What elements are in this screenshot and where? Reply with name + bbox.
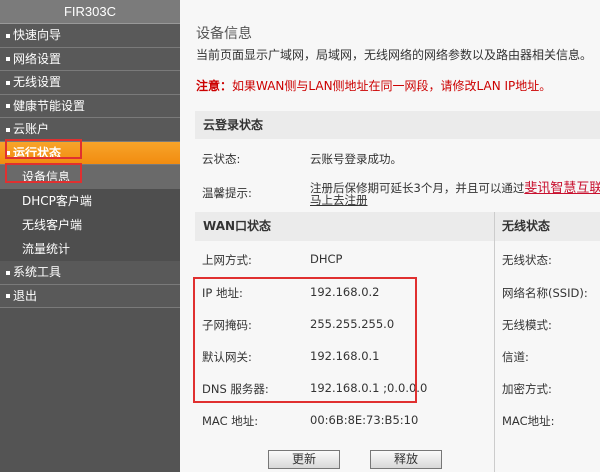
sidebar: FIR303C 快速向导 网络设置 无线设置 健康节能设置 云账户 运行状态 设… xyxy=(0,0,180,472)
bullet-icon xyxy=(6,80,10,85)
router-model: FIR303C xyxy=(0,0,180,24)
menu-quick-setup[interactable]: 快速向导 xyxy=(0,24,180,48)
bullet-icon xyxy=(6,270,10,275)
wan-type-label: 上网方式: xyxy=(202,253,252,267)
page-title: 设备信息 xyxy=(196,26,252,42)
tip-label: 温馨提示: xyxy=(202,186,252,200)
menu-label: 退出 xyxy=(13,288,38,303)
register-link[interactable]: 马上去注册 xyxy=(310,192,368,208)
wireless-header: 无线状态 xyxy=(502,219,551,233)
menu-label: 无线设置 xyxy=(13,75,62,89)
highlight-box xyxy=(5,139,82,159)
submenu-wireless-clients[interactable]: 无线客户端 xyxy=(0,213,180,237)
menu-network-settings[interactable]: 网络设置 xyxy=(0,47,180,71)
submenu-traffic-stats[interactable]: 流量统计 xyxy=(0,237,180,261)
wireless-status-label: 无线状态: xyxy=(502,253,552,267)
column-divider xyxy=(494,212,495,472)
menu-energy-settings[interactable]: 健康节能设置 xyxy=(0,94,180,118)
cloud-section-header: 云登录状态 xyxy=(195,111,600,139)
menu-label: 系统工具 xyxy=(13,265,62,279)
note-label: 注意： xyxy=(196,79,233,93)
menu-system-tools[interactable]: 系统工具 xyxy=(0,261,180,285)
wan-type-value: DHCP xyxy=(310,252,343,266)
wan-section-header: WAN口状态 无线状态 xyxy=(195,212,600,241)
menu-label: 云账户 xyxy=(13,122,50,136)
page-description: 当前页面显示广域网，局域网，无线网络的网络参数以及路由器相关信息。 xyxy=(196,48,593,62)
wireless-mac-label: MAC地址: xyxy=(502,414,555,428)
bullet-icon xyxy=(6,33,10,38)
bullet-icon xyxy=(6,127,10,132)
app-link[interactable]: 斐讯智慧互联A xyxy=(524,181,600,196)
bullet-icon xyxy=(6,294,10,298)
main-content: 设备信息 当前页面显示广域网，局域网，无线网络的网络参数以及路由器相关信息。 注… xyxy=(180,0,600,472)
submenu-dhcp-clients[interactable]: DHCP客户端 xyxy=(0,189,180,213)
encryption-label: 加密方式: xyxy=(502,382,552,396)
highlight-box xyxy=(5,163,82,183)
menu-label: 健康节能设置 xyxy=(13,98,86,113)
menu-cloud-account[interactable]: 云账户 xyxy=(0,118,180,142)
mac-value: 00:6B:8E:73:B5:10 xyxy=(310,413,419,427)
channel-label: 信道: xyxy=(502,350,529,364)
highlight-box xyxy=(193,277,417,403)
renew-button[interactable]: 更新 xyxy=(268,450,340,469)
menu-label: 快速向导 xyxy=(13,28,62,42)
ssid-label: 网络名称(SSID): xyxy=(502,286,588,300)
warning-note: 注意：如果WAN侧与LAN侧地址在同一网段，请修改LAN IP地址。 xyxy=(196,77,551,94)
wan-header: WAN口状态 xyxy=(203,219,272,233)
cloud-status-value: 云账号登录成功。 xyxy=(310,152,402,166)
menu-logout[interactable]: 退出 xyxy=(0,284,180,308)
note-text: 如果WAN侧与LAN侧地址在同一网段，请修改LAN IP地址。 xyxy=(232,79,552,93)
bullet-icon xyxy=(6,104,10,108)
menu-label: 网络设置 xyxy=(13,51,62,66)
bullet-icon xyxy=(6,57,10,61)
release-button[interactable]: 释放 xyxy=(370,450,442,469)
cloud-status-label: 云状态: xyxy=(202,152,241,166)
menu-wireless-settings[interactable]: 无线设置 xyxy=(0,71,180,95)
mac-label: MAC 地址: xyxy=(202,414,259,428)
wireless-mode-label: 无线模式: xyxy=(502,318,552,332)
